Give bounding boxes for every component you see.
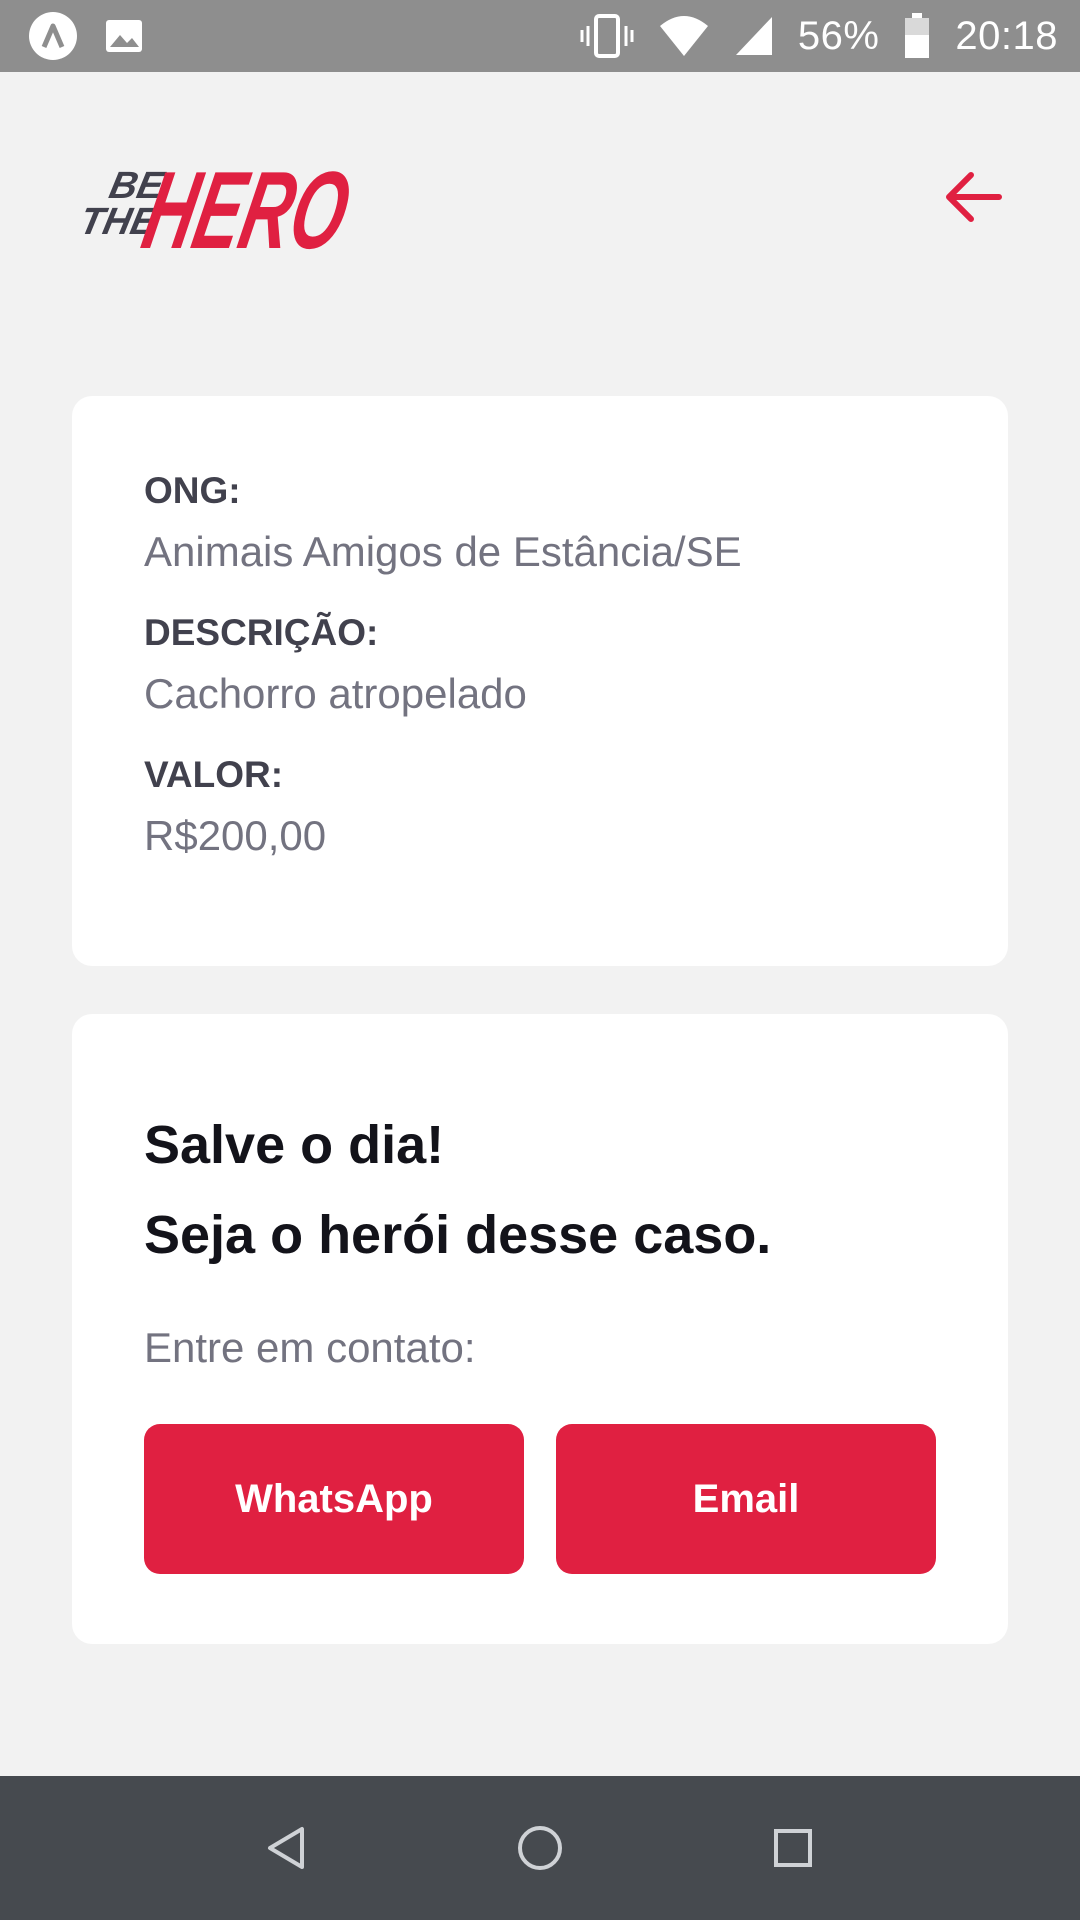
status-bar: 56% 20:18 [0,0,1080,72]
ong-value: Animais Amigos de Estância/SE [144,528,742,575]
battery-icon [905,13,930,58]
description-value: Cachorro atropelado [144,670,527,717]
vibrate-icon [580,14,634,58]
square-recents-icon [774,1829,813,1867]
header: BE THE HERO [72,130,1008,260]
ong-label: ONG: [144,470,241,511]
clock: 20:18 [955,13,1058,58]
contact-title: Salve o dia! Seja o herói desse caso. [144,1100,771,1280]
nav-home-button[interactable] [495,1803,585,1893]
battery-percent: 56% [797,13,880,58]
contact-description: Entre em contato: [144,1324,476,1371]
triangle-back-icon [267,1827,304,1869]
description-label: DESCRIÇÃO: [144,612,379,653]
be-the-hero-logo: BE THE HERO [76,148,360,260]
circle-home-icon [517,1826,562,1870]
navigation-bar [0,1776,1080,1920]
contact-card: Salve o dia! Seja o herói desse caso. En… [72,1014,1008,1644]
value-label: VALOR: [144,754,284,795]
back-button[interactable] [938,162,1008,232]
app-notification-icon [29,12,77,60]
contact-title-line-2: Seja o herói desse caso. [144,1205,772,1265]
wifi-icon [659,16,708,56]
contact-title-line-1: Salve o dia! [144,1115,445,1175]
whatsapp-button[interactable]: WhatsApp [144,1424,524,1574]
incident-card: ONG: Animais Amigos de Estância/SE DESCR… [72,396,1008,966]
email-button[interactable]: Email [556,1424,936,1574]
logo-hero: HERO [134,148,360,260]
value-value: R$200,00 [144,812,327,859]
image-notification-icon [106,20,142,52]
nav-recents-button[interactable] [748,1803,838,1893]
nav-back-button[interactable] [242,1803,332,1893]
signal-icon [735,17,772,55]
arrow-left-icon [946,172,1002,222]
app-screen: BE THE HERO ONG: Animais Amigos de Estân… [0,72,1080,1776]
